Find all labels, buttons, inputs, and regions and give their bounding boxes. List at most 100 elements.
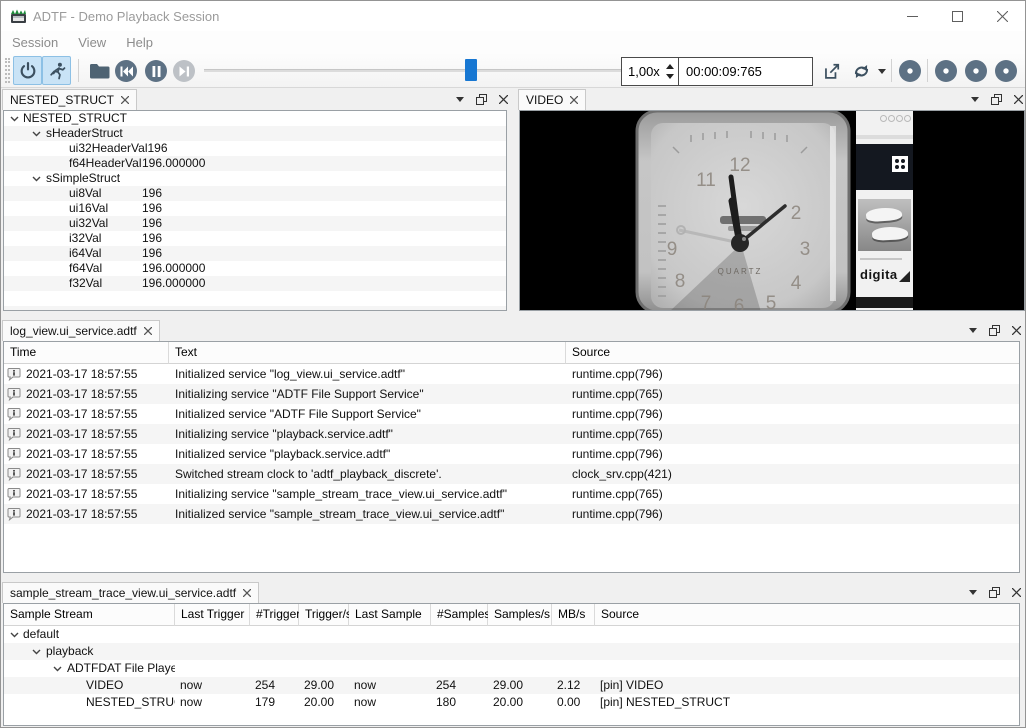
panel-float-button[interactable] xyxy=(991,94,1002,105)
toolbar-separator xyxy=(927,59,928,82)
record-button-1[interactable] xyxy=(899,60,921,82)
maximize-button[interactable] xyxy=(935,1,980,31)
column-header-source[interactable]: Source xyxy=(595,604,1019,626)
stream-row[interactable]: VIDEO now 254 29.00 now 254 29.00 2.12 [… xyxy=(4,677,1019,694)
audi-rings-icon xyxy=(880,115,911,122)
panel-close-button[interactable] xyxy=(1012,588,1021,597)
tab-close-icon[interactable] xyxy=(121,96,129,104)
time-input[interactable] xyxy=(679,58,812,85)
skip-to-end-button[interactable] xyxy=(173,60,195,82)
tree-value: 196 xyxy=(142,216,162,231)
column-header-trigger-s[interactable]: Trigger/s xyxy=(299,604,349,626)
log-row[interactable]: 2021-03-17 18:57:55 Initialized service … xyxy=(4,504,1019,524)
panel-float-button[interactable] xyxy=(989,587,1000,598)
open-folder-button[interactable] xyxy=(85,56,114,85)
panel-menu-button[interactable] xyxy=(969,590,977,595)
column-header-sample-stream[interactable]: Sample Stream xyxy=(4,604,175,626)
svg-text:5: 5 xyxy=(766,293,777,311)
tab-nested-struct[interactable]: NESTED_STRUCT xyxy=(2,89,137,110)
tree-row[interactable]: f64Val196.000000 xyxy=(4,261,506,276)
record-button-3[interactable] xyxy=(965,60,987,82)
stream-row[interactable]: ADTFDAT File Player xyxy=(4,660,1019,677)
speed-down-button[interactable] xyxy=(666,74,674,79)
expander-icon[interactable] xyxy=(9,632,19,638)
log-text: Switched stream clock to 'adtf_playback_… xyxy=(169,464,566,484)
panel-close-button[interactable] xyxy=(1012,326,1021,335)
run-button[interactable] xyxy=(42,56,71,85)
column-header-samples-s[interactable]: Samples/s xyxy=(488,604,552,626)
tab-log-view[interactable]: log_view.ui_service.adtf xyxy=(2,320,160,341)
tab-stream-trace[interactable]: sample_stream_trace_view.ui_service.adtf xyxy=(2,582,259,603)
detach-button[interactable] xyxy=(818,58,845,85)
tree-row[interactable]: i32Val196 xyxy=(4,231,506,246)
tree-row[interactable]: sHeaderStruct xyxy=(4,126,506,141)
toolbar-drag-handle[interactable] xyxy=(5,58,10,83)
log-row[interactable]: 2021-03-17 18:57:55 Initialized service … xyxy=(4,364,1019,384)
panel-close-button[interactable] xyxy=(499,95,508,104)
tab-video[interactable]: VIDEO xyxy=(518,89,586,110)
tree-row[interactable]: ui8Val196 xyxy=(4,186,506,201)
panel-close-button[interactable] xyxy=(1014,95,1023,104)
log-row[interactable]: 2021-03-17 18:57:55 Initialized service … xyxy=(4,444,1019,464)
expander-icon[interactable] xyxy=(31,131,41,137)
menu-session[interactable]: Session xyxy=(2,33,68,52)
log-row[interactable]: 2021-03-17 18:57:55 Initializing service… xyxy=(4,384,1019,404)
column-header-mb-s[interactable]: MB/s xyxy=(552,604,595,626)
log-row[interactable]: 2021-03-17 18:57:55 Initializing service… xyxy=(4,484,1019,504)
tree-row[interactable]: i64Val196 xyxy=(4,246,506,261)
tree-row[interactable]: ui32HeaderVal196 xyxy=(4,141,506,156)
log-row[interactable]: 2021-03-17 18:57:55 Initializing service… xyxy=(4,424,1019,444)
loop-dropdown-arrow[interactable] xyxy=(878,69,886,74)
slider-track[interactable] xyxy=(204,69,648,72)
skip-to-start-button[interactable] xyxy=(115,60,137,82)
tab-close-icon[interactable] xyxy=(570,96,578,104)
slider-handle[interactable] xyxy=(465,59,477,81)
column-header-source[interactable]: Source xyxy=(566,342,1019,364)
timeline-slider[interactable] xyxy=(204,53,648,88)
loop-button[interactable] xyxy=(848,58,875,85)
speed-up-button[interactable] xyxy=(666,64,674,69)
column-header-num-samples[interactable]: #Samples xyxy=(431,604,488,626)
panel-menu-button[interactable] xyxy=(456,97,464,102)
menu-help[interactable]: Help xyxy=(116,33,163,52)
menu-view[interactable]: View xyxy=(68,33,116,52)
tree-row[interactable]: sSimpleStruct xyxy=(4,171,506,186)
panel-float-button[interactable] xyxy=(476,94,487,105)
expander-icon[interactable] xyxy=(53,666,62,672)
tree-row[interactable]: ui32Val196 xyxy=(4,216,506,231)
tab-close-icon[interactable] xyxy=(243,589,251,597)
column-header-last-trigger[interactable]: Last Trigger xyxy=(175,604,250,626)
panel-float-button[interactable] xyxy=(989,325,1000,336)
stream-row[interactable]: default xyxy=(4,626,1019,643)
tree-row[interactable]: f64HeaderVal196.000000 xyxy=(4,156,506,171)
log-row[interactable]: 2021-03-17 18:57:55 Switched stream cloc… xyxy=(4,464,1019,484)
info-icon xyxy=(7,487,21,501)
column-header-num-trigger[interactable]: #Trigger xyxy=(250,604,299,626)
minimize-button[interactable] xyxy=(890,1,935,31)
record-button-2[interactable] xyxy=(935,60,957,82)
panel-menu-button[interactable] xyxy=(969,328,977,333)
expander-icon[interactable] xyxy=(9,116,19,122)
stream-row[interactable]: NESTED_STRUCT now 179 20.00 now 180 20.0… xyxy=(4,694,1019,711)
expander-icon[interactable] xyxy=(31,176,41,182)
column-header-text[interactable]: Text xyxy=(169,342,566,364)
tree-label: i64Val xyxy=(69,246,142,261)
log-row[interactable]: 2021-03-17 18:57:55 Initialized service … xyxy=(4,404,1019,424)
expander-icon[interactable] xyxy=(31,649,41,655)
pause-button[interactable] xyxy=(145,60,167,82)
tab-label: sample_stream_trace_view.ui_service.adtf xyxy=(10,586,236,600)
speed-spinbox[interactable]: 1,00x xyxy=(621,57,679,86)
panel-menu-button[interactable] xyxy=(971,97,979,102)
skip-end-icon xyxy=(179,66,190,77)
power-button[interactable] xyxy=(13,56,42,85)
record-button-4[interactable] xyxy=(995,60,1017,82)
column-header-last-sample[interactable]: Last Sample xyxy=(349,604,431,626)
tab-close-icon[interactable] xyxy=(144,327,152,335)
tree-row[interactable]: f32Val196.000000 xyxy=(4,276,506,291)
close-button[interactable] xyxy=(980,1,1025,31)
tree-row[interactable]: NESTED_STRUCT xyxy=(4,111,506,126)
tree-row[interactable]: ui16Val196 xyxy=(4,201,506,216)
log-tabbar: log_view.ui_service.adtf xyxy=(1,319,1025,341)
column-header-time[interactable]: Time xyxy=(4,342,169,364)
stream-row[interactable]: playback xyxy=(4,643,1019,660)
